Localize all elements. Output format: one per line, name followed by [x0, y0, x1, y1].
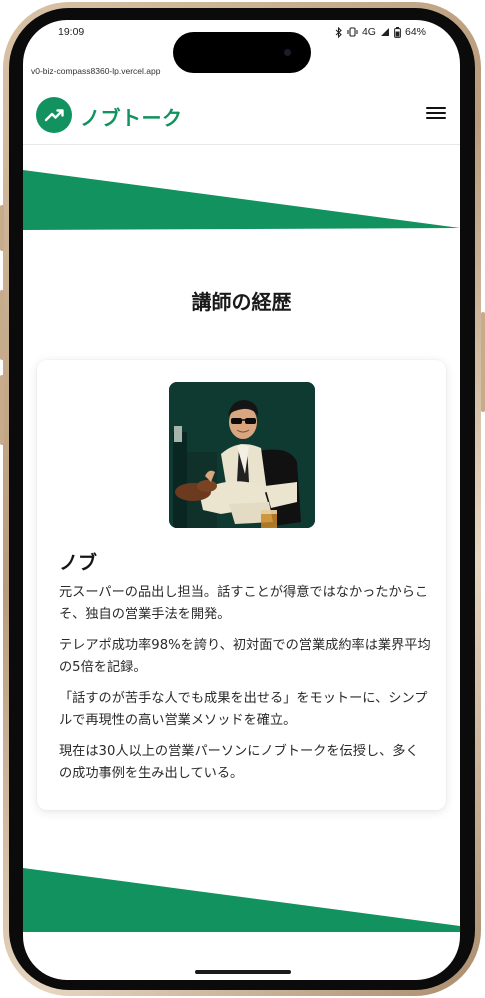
decorative-green-band-bottom — [23, 868, 460, 932]
bluetooth-icon — [335, 26, 342, 38]
network-type: 4G — [361, 26, 376, 38]
vibrate-icon — [347, 27, 358, 37]
battery-icon — [394, 26, 401, 38]
signal-icon — [380, 28, 389, 36]
site-header: ノブトーク — [23, 92, 460, 145]
hamburger-icon[interactable] — [426, 104, 446, 124]
dynamic-island — [173, 32, 311, 73]
instructor-bio: 元スーパーの品出し担当。話すことが得意ではなかったからこそ、独自の営業手法を開発… — [59, 582, 431, 794]
bio-paragraph: 現在は30人以上の営業パーソンにノブトークを伝授し、多くの成功事例を生み出してい… — [59, 744, 419, 781]
instructor-name: ノブ — [59, 552, 98, 574]
camera-dot — [284, 49, 291, 56]
power-button — [481, 312, 485, 412]
instructor-portrait — [169, 382, 315, 528]
brand-name[interactable]: ノブトーク — [80, 102, 183, 131]
instructor-card: ノブ 元スーパーの品出し担当。話すことが得意ではなかったからこそ、独自の営業手法… — [37, 360, 446, 810]
section-title: 講師の経歴 — [191, 290, 292, 314]
home-indicator[interactable] — [195, 970, 291, 974]
volume-down-button — [0, 375, 4, 445]
bio-paragraph: 元スーパーの品出し担当。話すことが得意ではなかったからこそ、独自の営業手法を開発… — [59, 585, 429, 622]
battery-level: 64% — [404, 26, 426, 38]
screen: 19:09 4G 64% v0-biz-compass8360-lp.verce… — [23, 20, 460, 980]
status-time: 19:09 — [58, 26, 85, 38]
trending-up-icon[interactable] — [36, 97, 72, 133]
bio-paragraph: 「話すのが苦手な人でも成果を出せる」をモットーに、シンプルで再現性の高い営業メソ… — [59, 691, 428, 728]
volume-up-button — [0, 290, 4, 360]
decorative-green-band-top — [23, 170, 460, 230]
action-button — [0, 205, 4, 251]
browser-url[interactable]: v0-biz-compass8360-lp.vercel.app — [31, 66, 160, 76]
status-icons: 4G 64% — [335, 26, 426, 38]
bio-paragraph: テレアポ成功率98%を誇り、初対面での営業成約率は業界平均の5倍を記録。 — [59, 638, 431, 675]
